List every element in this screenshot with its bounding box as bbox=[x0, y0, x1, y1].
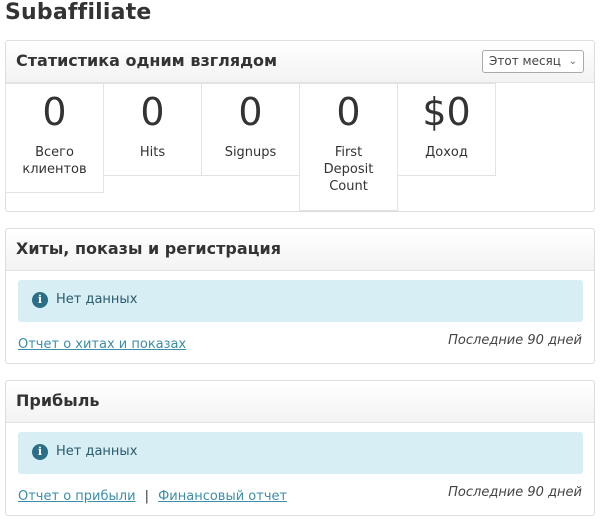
stat-first-deposit-count: 0 First Deposit Count bbox=[299, 83, 398, 211]
stat-value: 0 bbox=[42, 90, 67, 134]
profit-empty-alert: i Нет данных bbox=[18, 432, 583, 474]
stat-hits: 0 Hits bbox=[103, 83, 202, 176]
stats-panel: Статистика одним взглядом Этот месяц ⌄ 0… bbox=[5, 40, 595, 212]
stat-label: Всего клиентов bbox=[22, 145, 87, 177]
profit-report-link[interactable]: Отчет о прибыли bbox=[18, 489, 136, 504]
hits-empty-alert: i Нет данных bbox=[18, 280, 583, 322]
stat-signups: 0 Signups bbox=[201, 83, 300, 176]
period-note: Последние 90 дней bbox=[448, 333, 582, 348]
info-circle-icon: i bbox=[32, 292, 48, 308]
stat-value: 0 bbox=[336, 90, 361, 134]
stat-total-clients: 0 Всего клиентов bbox=[5, 83, 104, 193]
stat-value: $0 bbox=[422, 90, 471, 134]
stat-label: Signups bbox=[224, 145, 277, 160]
chevron-down-icon: ⌄ bbox=[568, 56, 577, 67]
hits-panel-heading: Хиты, показы и регистрация bbox=[6, 229, 594, 271]
stat-value: 0 bbox=[238, 90, 263, 134]
hits-panel-footer: Отчет о хитах и показах Последние 90 дне… bbox=[18, 333, 582, 353]
profit-panel-heading: Прибыль bbox=[6, 381, 594, 423]
period-note: Последние 90 дней bbox=[448, 485, 582, 500]
stat-income: $0 Доход bbox=[397, 83, 496, 176]
link-separator: | bbox=[144, 489, 149, 504]
profit-panel: Прибыль i Нет данных Отчет о прибыли | Ф… bbox=[5, 380, 595, 516]
info-circle-icon: i bbox=[32, 444, 48, 460]
period-select-value: Этот месяц bbox=[489, 54, 561, 68]
profit-panel-footer: Отчет о прибыли | Финансовый отчет После… bbox=[18, 485, 582, 505]
stat-label: Доход bbox=[425, 145, 468, 160]
stat-value: 0 bbox=[140, 90, 165, 134]
stat-label: Hits bbox=[139, 145, 166, 160]
stats-panel-heading: Статистика одним взглядом Этот месяц ⌄ bbox=[6, 41, 594, 83]
empty-message: Нет данных bbox=[56, 292, 138, 307]
page-title: Subaffiliate bbox=[5, 0, 152, 25]
profit-panel-title: Прибыль bbox=[16, 391, 100, 410]
hits-report-link[interactable]: Отчет о хитах и показах bbox=[18, 337, 186, 352]
stats-panel-title: Статистика одним взглядом bbox=[16, 51, 278, 70]
empty-message: Нет данных bbox=[56, 444, 138, 459]
hits-panel-title: Хиты, показы и регистрация bbox=[16, 239, 281, 258]
financial-report-link[interactable]: Финансовый отчет bbox=[158, 489, 287, 504]
stat-label: First Deposit Count bbox=[323, 145, 374, 194]
hits-panel: Хиты, показы и регистрация i Нет данных … bbox=[5, 228, 595, 364]
period-select[interactable]: Этот месяц ⌄ bbox=[482, 50, 584, 73]
